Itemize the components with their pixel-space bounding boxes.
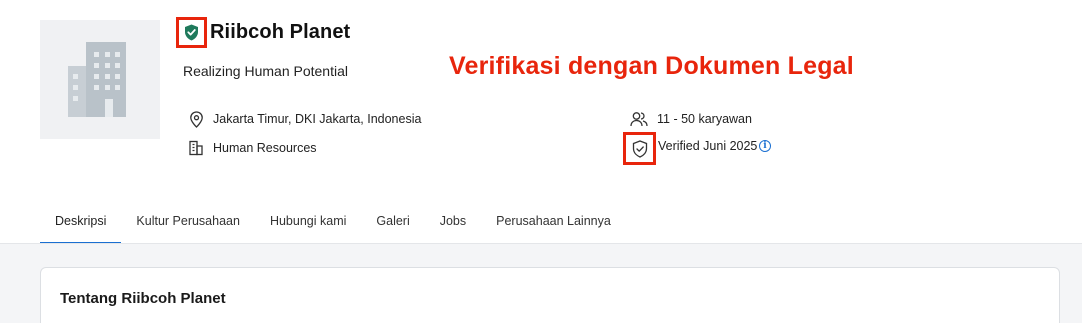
company-tagline: Realizing Human Potential [183,63,348,79]
map-pin-icon [187,110,205,128]
company-location: Jakarta Timur, DKI Jakarta, Indonesia [187,110,421,128]
tab-hubungi-kami[interactable]: Hubungi kami [255,203,361,244]
building-icon [187,139,205,157]
tab-kultur-perusahaan[interactable]: Kultur Perusahaan [121,203,255,244]
tab-bar: Deskripsi Kultur Perusahaan Hubungi kami… [40,203,626,244]
users-icon [630,110,648,128]
company-logo [40,20,160,139]
company-industry: Human Resources [187,139,317,157]
building-placeholder-icon [68,41,126,117]
info-icon[interactable]: i [759,140,771,152]
size-text: 11 - 50 karyawan [657,112,752,126]
tab-deskripsi[interactable]: Deskripsi [40,203,122,244]
company-name: Riibcoh Planet [210,21,351,43]
tab-jobs[interactable]: Jobs [425,203,481,244]
annotation-text: Verifikasi dengan Dokumen Legal [449,52,854,80]
tab-perusahaan-lainnya[interactable]: Perusahaan Lainnya [481,203,626,244]
shield-check-outline-icon [632,139,647,158]
tab-galeri[interactable]: Galeri [361,203,424,244]
verified-highlight [623,132,656,165]
industry-text: Human Resources [213,141,317,155]
verified-text: Verified Juni 2025 [658,139,758,153]
company-size: 11 - 50 karyawan [630,110,752,128]
location-text: Jakarta Timur, DKI Jakarta, Indonesia [213,112,422,126]
verified-badge [176,17,207,48]
about-card: Tentang Riibcoh Planet [40,267,1060,323]
shield-check-icon [185,24,198,41]
about-card-title: Tentang Riibcoh Planet [60,290,226,307]
